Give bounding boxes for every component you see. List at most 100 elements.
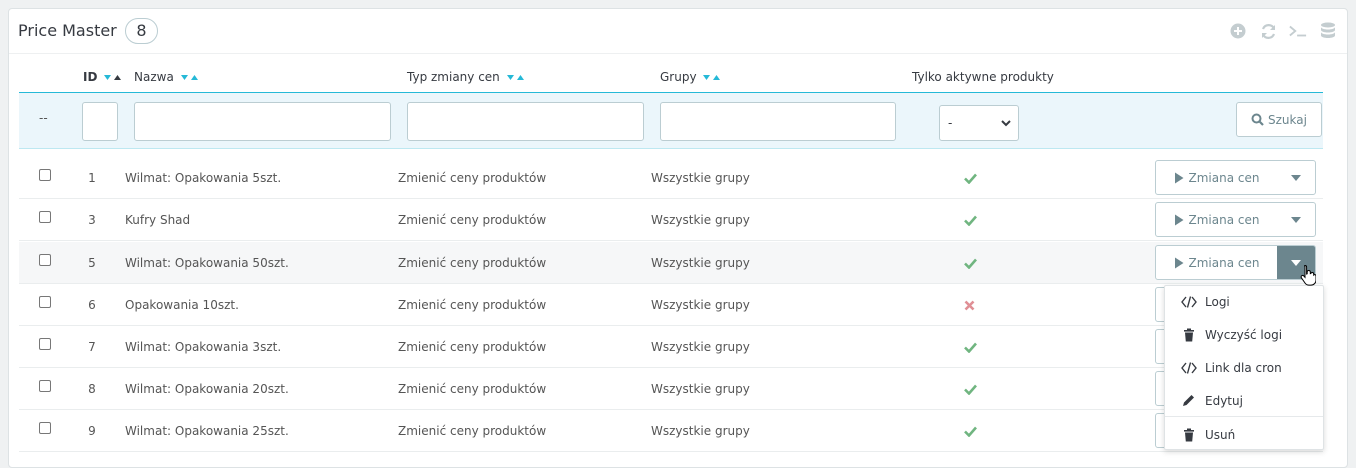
row-type: Zmienić ceny produktów [398, 340, 547, 354]
table-row[interactable]: 3 Kufry Shad Zmienić ceny produktów Wszystk… [19, 199, 1323, 241]
dropdown-item-logs[interactable]: Logi [1165, 288, 1323, 316]
play-icon [1174, 214, 1184, 225]
search-icon [1251, 113, 1264, 126]
row-checkbox[interactable] [39, 296, 51, 308]
pencil-icon [1183, 395, 1194, 406]
add-icon[interactable] [1229, 21, 1247, 41]
check-icon[interactable] [964, 258, 977, 272]
actions-dropdown-toggle[interactable] [1277, 203, 1315, 236]
row-group: Wszystkie grupy [651, 340, 750, 354]
play-icon [1174, 172, 1184, 183]
table-row[interactable]: 5 Wilmat: Opakowania 50szt. Zmienić ceny p… [19, 242, 1323, 284]
dropdown-item-edit[interactable]: Edytuj [1165, 387, 1323, 415]
price-change-button[interactable]: Zmiana cen [1156, 246, 1277, 279]
row-name: Opakowania 10szt. [125, 298, 239, 312]
cross-icon[interactable] [964, 300, 975, 314]
row-checkbox[interactable] [39, 338, 51, 350]
page-title: Price Master [18, 21, 117, 40]
check-icon[interactable] [964, 173, 977, 187]
row-type: Zmienić ceny produktów [398, 213, 547, 227]
row-group: Wszystkie grupy [651, 213, 750, 227]
row-group: Wszystkie grupy [651, 382, 750, 396]
play-icon [1174, 257, 1184, 268]
column-label-id: ID [83, 70, 98, 84]
sort-arrows-icon[interactable] [702, 74, 722, 82]
filter-name-input[interactable] [134, 102, 391, 141]
row-name: Wilmat: Opakowania 20szt. [125, 382, 289, 396]
sort-arrows-icon[interactable] [180, 74, 200, 82]
row-checkbox[interactable] [39, 211, 51, 223]
row-type: Zmienić ceny produktów [398, 382, 547, 396]
check-icon[interactable] [964, 426, 977, 440]
trash-icon [1184, 428, 1194, 442]
row-id: 8 [88, 382, 96, 396]
row-id: 9 [88, 424, 96, 438]
row-group: Wszystkie grupy [651, 171, 750, 185]
table-row[interactable]: 9 Wilmat: Opakowania 25szt. Zmienić ceny p… [19, 410, 1323, 452]
price-change-button[interactable]: Zmiana cen [1156, 203, 1277, 236]
column-header-groups[interactable]: Grupy [660, 70, 722, 84]
row-actions: Zmiana cen [1155, 245, 1316, 280]
chevron-down-icon [1001, 120, 1011, 127]
price-change-label: Zmiana cen [1188, 170, 1260, 185]
actions-dropdown-toggle[interactable] [1277, 161, 1315, 194]
panel-heading: Price Master 8 [9, 9, 1347, 54]
dropdown-item-label: Link dla cron [1205, 361, 1282, 375]
filter-placeholder: -- [39, 111, 48, 125]
table-row[interactable]: 7 Wilmat: Opakowania 3szt. Zmienić ceny pr… [19, 326, 1323, 368]
column-header-type[interactable]: Typ zmiany cen [407, 70, 526, 84]
search-button[interactable]: Szukaj [1236, 102, 1322, 137]
row-id: 6 [88, 298, 96, 312]
price-change-button[interactable]: Zmiana cen [1156, 161, 1277, 194]
dropdown-item-label: Usuń [1205, 428, 1236, 442]
dropdown-item-cron-link[interactable]: Link dla cron [1165, 354, 1323, 382]
filter-active-select[interactable]: - [939, 105, 1019, 141]
table-row[interactable]: 8 Wilmat: Opakowania 20szt. Zmienić ceny p… [19, 368, 1323, 410]
column-header-name[interactable]: Nazwa [134, 70, 200, 84]
row-actions: Zmiana cen [1155, 160, 1316, 195]
filter-active-value: - [948, 116, 953, 130]
row-group: Wszystkie grupy [651, 424, 750, 438]
check-icon[interactable] [964, 215, 977, 229]
table-row[interactable]: 6 Opakowania 10szt. Zmienić ceny produktów… [19, 284, 1323, 326]
row-id: 3 [88, 213, 96, 227]
filter-id-input[interactable] [82, 102, 118, 141]
row-name: Wilmat: Opakowania 25szt. [125, 424, 289, 438]
refresh-icon[interactable] [1259, 21, 1277, 41]
caret-down-icon [1291, 216, 1301, 223]
count-badge: 8 [125, 18, 158, 44]
row-name: Wilmat: Opakowania 50szt. [125, 256, 289, 270]
column-header-id[interactable]: ID [83, 70, 123, 84]
dropdown-item-delete[interactable]: Usuń [1165, 421, 1323, 449]
caret-down-icon [1291, 174, 1301, 181]
row-group: Wszystkie grupy [651, 298, 750, 312]
row-name: Wilmat: Opakowania 3szt. [125, 340, 282, 354]
price-change-label: Zmiana cen [1188, 255, 1260, 270]
row-id: 1 [88, 171, 96, 185]
sort-arrows-icon[interactable] [506, 74, 526, 82]
toolbar [1229, 21, 1337, 41]
row-type: Zmienić ceny produktów [398, 171, 547, 185]
check-icon[interactable] [964, 384, 977, 398]
row-type: Zmienić ceny produktów [398, 298, 547, 312]
column-label-type: Typ zmiany cen [407, 70, 500, 84]
row-checkbox[interactable] [39, 422, 51, 434]
sort-arrows-icon[interactable] [103, 74, 123, 82]
dropdown-item-clear-logs[interactable]: Wyczyść logi [1165, 321, 1323, 349]
row-id: 7 [88, 340, 96, 354]
code-icon [1181, 362, 1197, 374]
price-change-label: Zmiana cen [1188, 212, 1260, 227]
row-checkbox[interactable] [39, 169, 51, 181]
filter-groups-input[interactable] [660, 102, 896, 141]
terminal-icon[interactable] [1289, 21, 1307, 41]
row-checkbox[interactable] [39, 380, 51, 392]
row-type: Zmienić ceny produktów [398, 256, 547, 270]
dropdown-item-label: Wyczyść logi [1205, 328, 1283, 342]
check-icon[interactable] [964, 342, 977, 356]
row-type: Zmienić ceny produktów [398, 424, 547, 438]
table-row[interactable]: 1 Wilmat: Opakowania 5szt. Zmienić ceny pr… [19, 157, 1323, 199]
filter-type-input[interactable] [407, 102, 644, 141]
row-checkbox[interactable] [39, 254, 51, 266]
database-icon[interactable] [1319, 21, 1337, 41]
search-button-label: Szukaj [1268, 112, 1307, 127]
